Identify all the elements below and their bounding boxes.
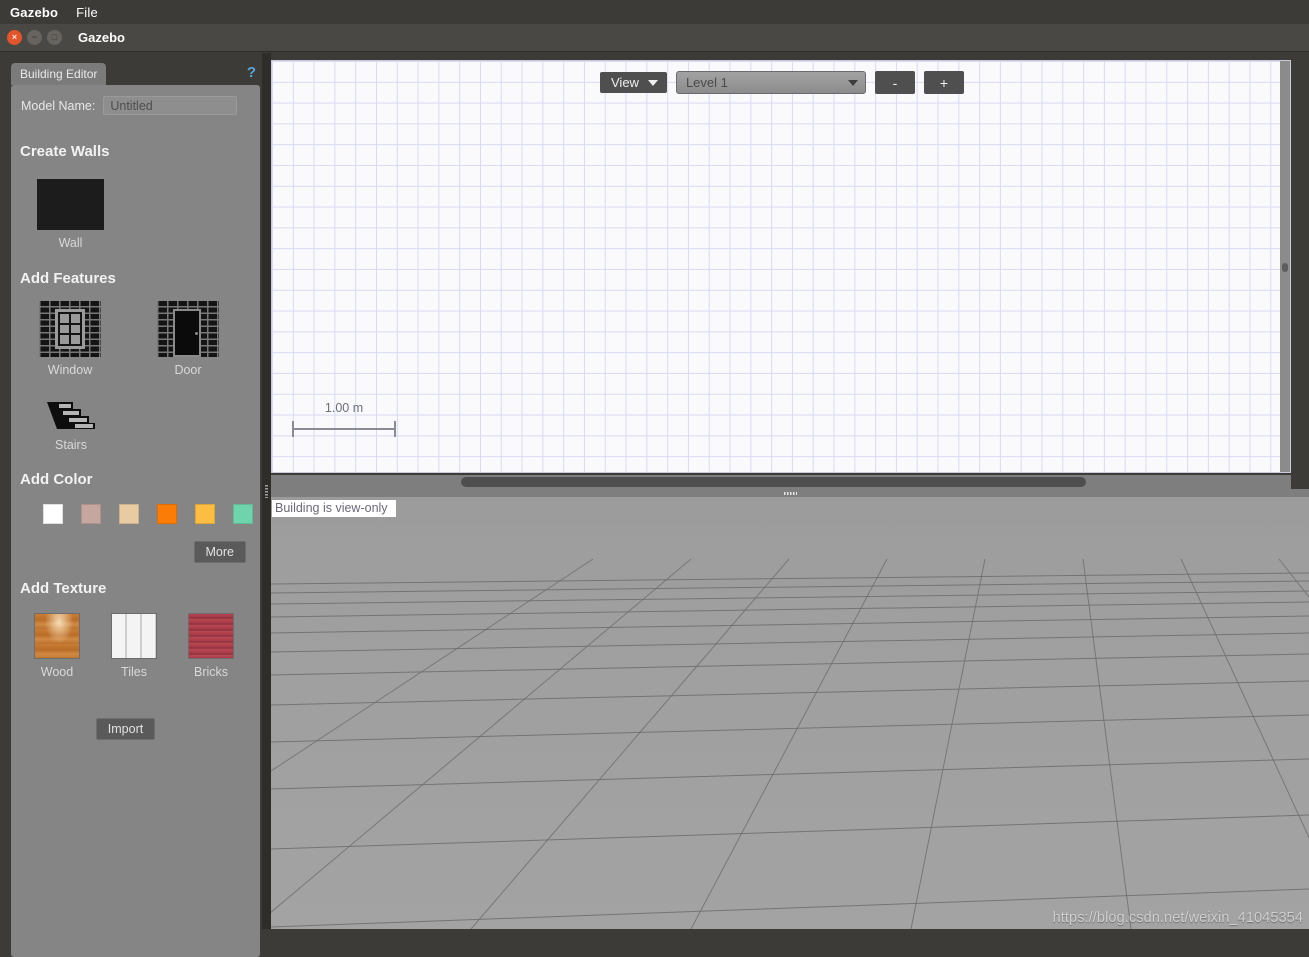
section-heading-create-walls: Create Walls [20, 143, 110, 160]
menu-item-gazebo[interactable]: Gazebo [10, 5, 58, 20]
color-swatch-rose[interactable] [81, 504, 101, 524]
level-select[interactable]: Level 1 [675, 71, 866, 94]
color-swatch-amber[interactable] [195, 504, 215, 524]
view-dropdown-label: View [611, 75, 639, 90]
building-editor-panel: Model Name: Create Walls Wall Add Featur… [11, 85, 260, 957]
tab-building-editor[interactable]: Building Editor [11, 63, 107, 85]
splitter-grip-icon [265, 484, 268, 498]
wood-texture-icon [34, 613, 80, 659]
model-name-input[interactable] [103, 96, 238, 115]
chevron-down-icon [847, 79, 858, 86]
palette-item-label: Wall [58, 236, 83, 250]
ground-grid [271, 497, 1309, 929]
splitter-grip-icon [783, 491, 797, 495]
color-swatch-white[interactable] [43, 504, 63, 524]
close-icon[interactable]: × [7, 30, 22, 45]
add-features-items-row2: Stairs [43, 396, 260, 452]
horizontal-splitter[interactable] [271, 489, 1309, 497]
remove-level-button[interactable]: - [874, 71, 915, 94]
model-name-row: Model Name: [21, 96, 260, 115]
building-editor-canvas[interactable]: View Level 1 - + 1.00 m [271, 60, 1291, 473]
status-badge: Building is view-only [272, 500, 396, 517]
color-swatch-orange[interactable] [157, 504, 177, 524]
section-heading-add-features: Add Features [20, 270, 116, 287]
scale-bar-line [292, 421, 396, 437]
resize-grip-icon [1282, 263, 1288, 272]
wall-icon [37, 179, 104, 230]
main-content: Building Editor ? Model Name: Create Wal… [0, 53, 1309, 957]
window-icon [39, 301, 101, 357]
palette-item-tiles[interactable]: Tiles [111, 613, 157, 679]
palette-item-door[interactable]: Door [157, 301, 219, 377]
menu-item-file[interactable]: File [76, 5, 98, 20]
create-walls-items: Wall [37, 179, 260, 250]
color-swatch-tan[interactable] [119, 504, 139, 524]
right-stack: View Level 1 - + 1.00 m Building is view… [271, 53, 1309, 929]
model-name-label: Model Name: [21, 98, 96, 113]
help-icon[interactable]: ? [247, 64, 256, 81]
level-select-value: Level 1 [685, 75, 728, 90]
global-menu-bar: Gazebo File [0, 0, 1309, 24]
palette-item-label: Stairs [55, 438, 87, 452]
chevron-down-icon [647, 79, 658, 86]
import-row: Import [11, 718, 260, 740]
scrollbar-thumb[interactable] [461, 477, 1086, 487]
minimize-icon[interactable]: − [27, 30, 42, 45]
palette-item-stairs[interactable]: Stairs [43, 396, 99, 452]
panel-tab-strip: Building Editor ? [11, 63, 260, 85]
palette-item-label: Door [174, 363, 202, 377]
texture-items: Wood Tiles Bricks [34, 613, 260, 679]
render-viewport-3d[interactable]: Building is view-only https://blog.csdn.… [271, 497, 1309, 929]
door-icon [157, 301, 219, 357]
bricks-texture-icon [188, 613, 234, 659]
import-texture-button[interactable]: Import [95, 718, 156, 740]
canvas-resize-handle[interactable] [1280, 61, 1290, 472]
more-colors-row: More [11, 541, 246, 563]
watermark-text: https://blog.csdn.net/weixin_41045354 [1052, 910, 1303, 926]
palette-item-label: Window [47, 363, 93, 377]
palette-item-label: Wood [40, 665, 74, 679]
palette-item-label: Bricks [193, 665, 229, 679]
tiles-texture-icon [111, 613, 157, 659]
palette-item-wood[interactable]: Wood [34, 613, 80, 679]
window-title: Gazebo [78, 30, 125, 45]
color-swatch-list [43, 504, 260, 524]
vertical-splitter[interactable] [262, 53, 271, 929]
canvas-horizontal-scrollbar[interactable] [271, 475, 1291, 489]
palette-item-label: Tiles [121, 665, 147, 679]
window-title-bar: × − □ Gazebo [0, 24, 1309, 52]
section-heading-add-texture: Add Texture [20, 580, 107, 597]
more-colors-button[interactable]: More [193, 541, 246, 563]
scale-bar-label: 1.00 m [324, 401, 364, 415]
window-controls: × − □ [7, 30, 62, 45]
palette-item-window[interactable]: Window [39, 301, 101, 377]
add-features-items-row1: Window Door [39, 301, 260, 377]
view-dropdown-button[interactable]: View [600, 72, 667, 93]
palette-item-wall[interactable]: Wall [37, 179, 104, 250]
canvas-toolbar: View Level 1 - + [600, 71, 964, 94]
palette-item-bricks[interactable]: Bricks [188, 613, 234, 679]
left-dock: Building Editor ? Model Name: Create Wal… [0, 53, 262, 957]
scale-bar: 1.00 m [292, 401, 396, 437]
maximize-icon[interactable]: □ [47, 30, 62, 45]
add-level-button[interactable]: + [923, 71, 964, 94]
stairs-icon [47, 402, 95, 429]
color-swatch-mint[interactable] [233, 504, 253, 524]
section-heading-add-color: Add Color [20, 471, 93, 488]
